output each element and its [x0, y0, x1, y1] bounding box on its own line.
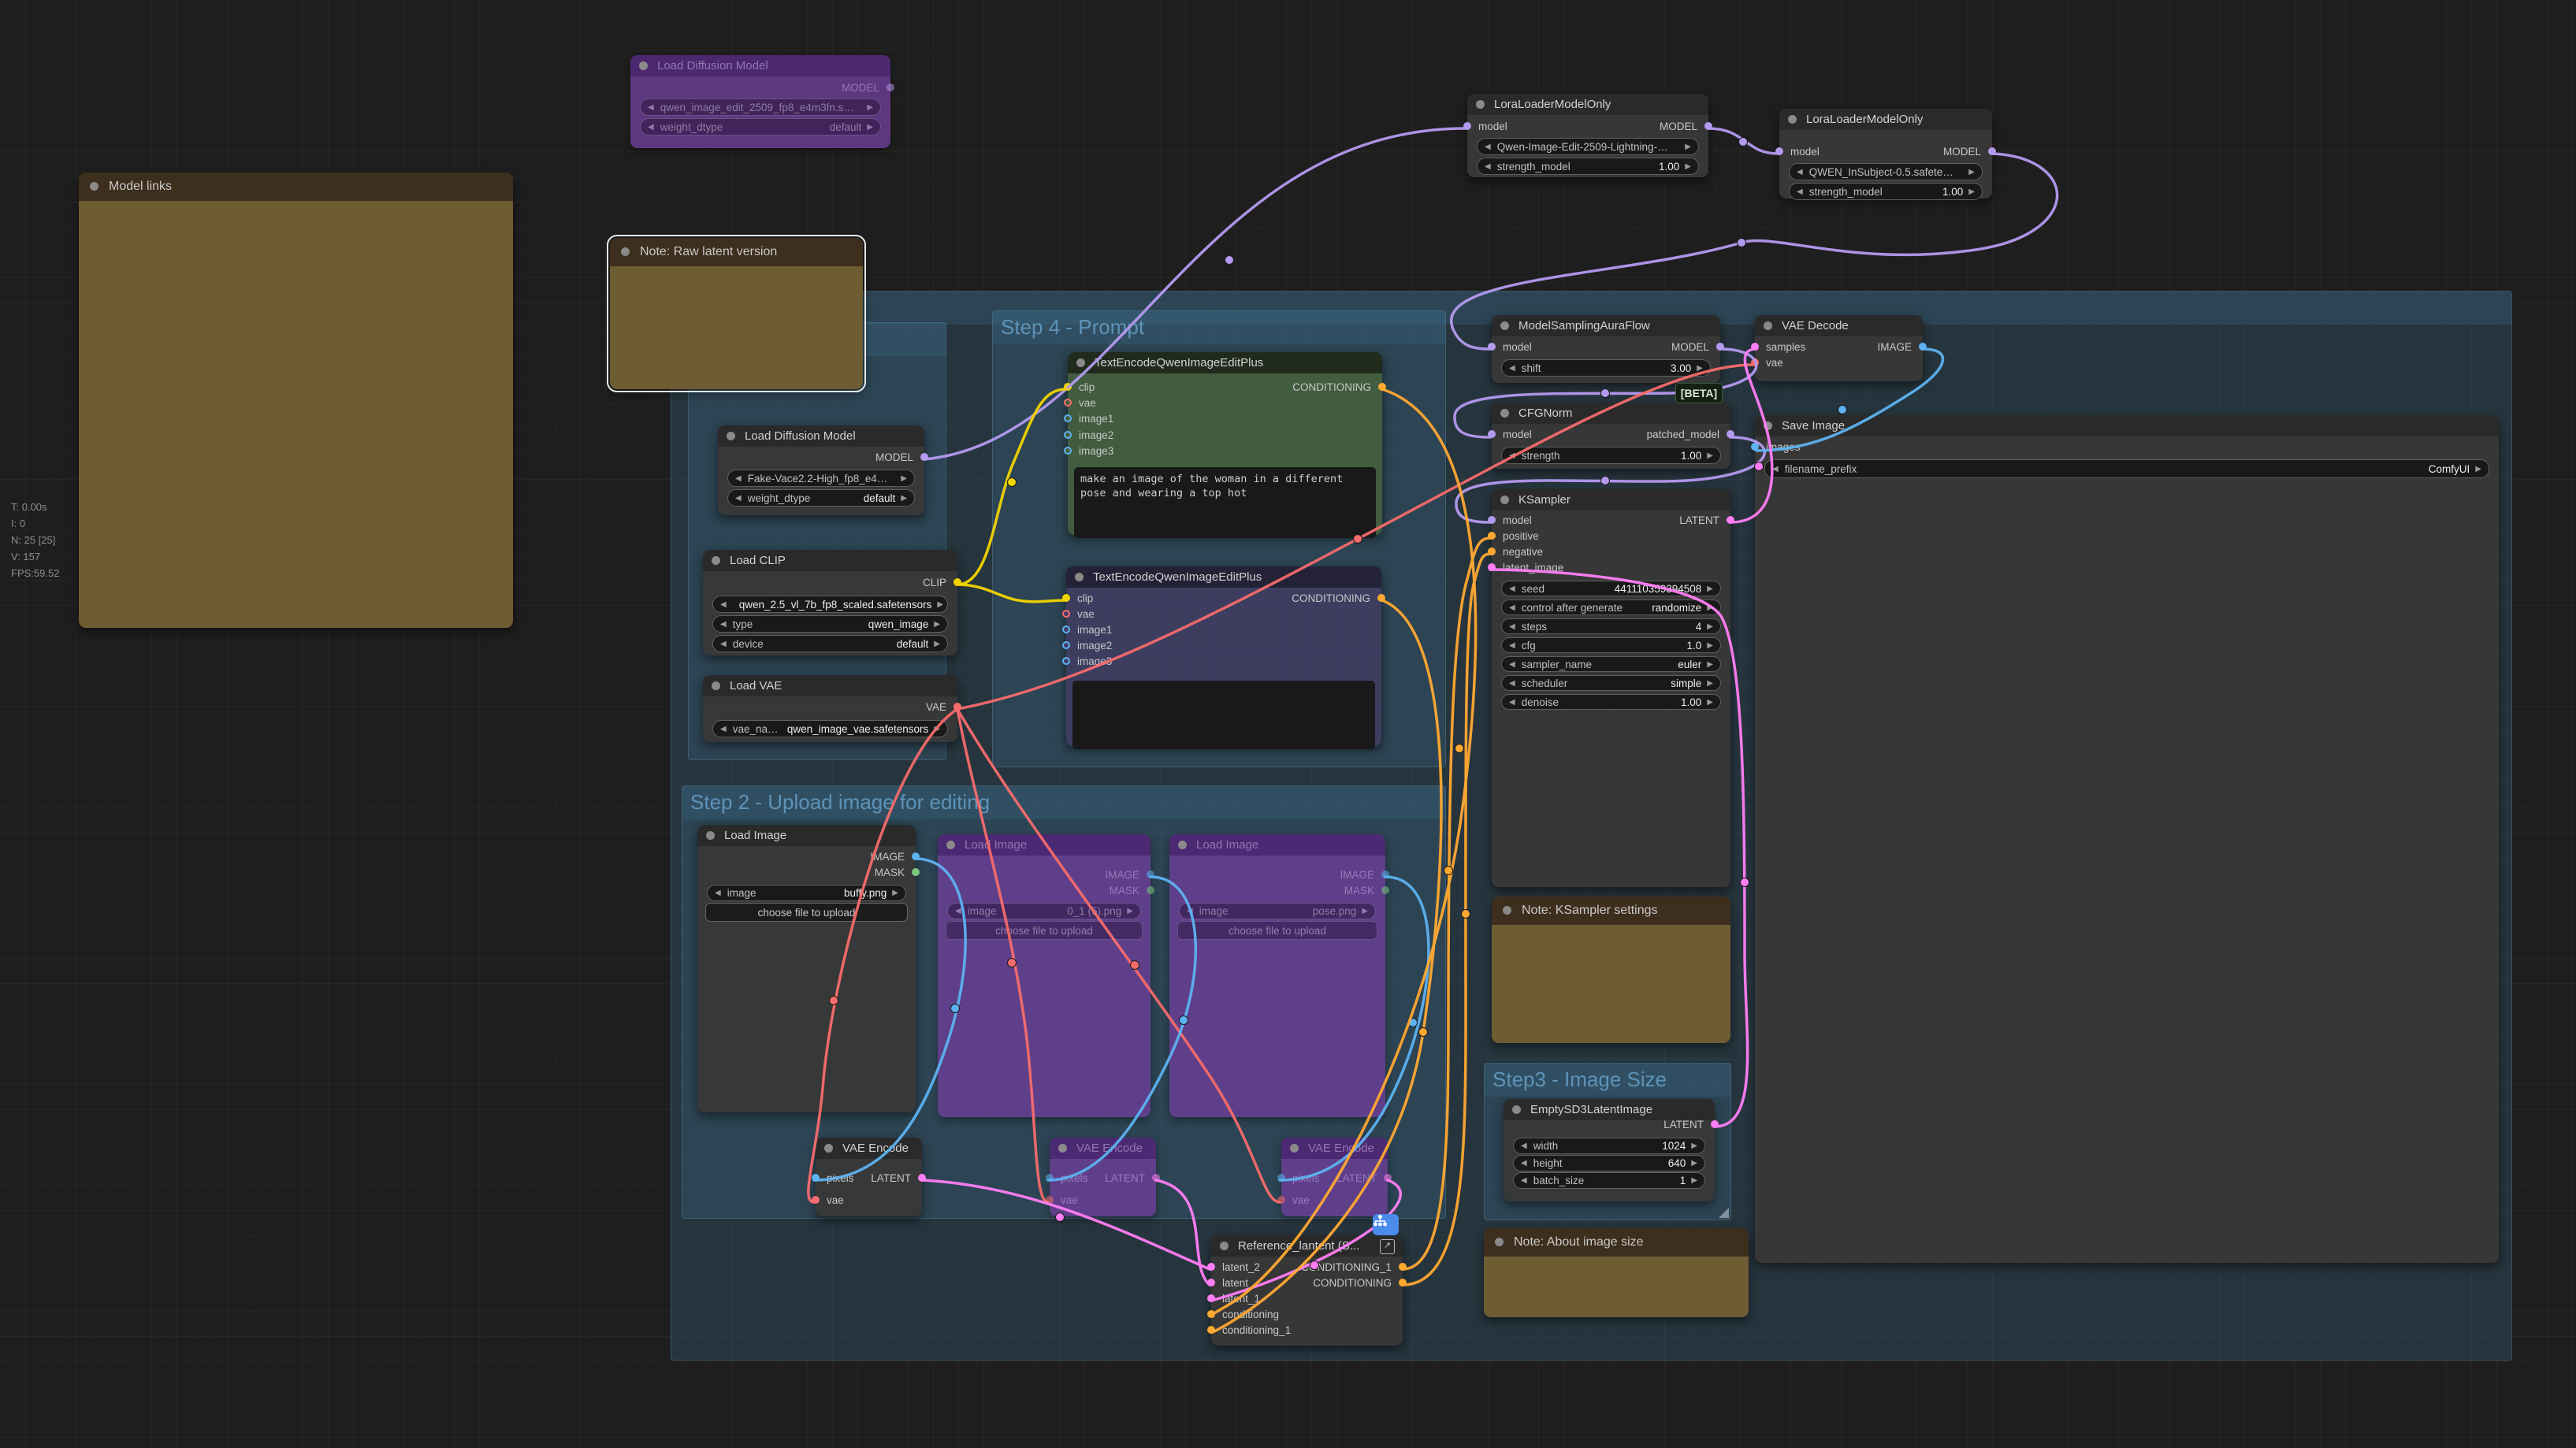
beta-badge: [BETA]	[1675, 383, 1723, 403]
perf-stats-line: I: 0	[11, 515, 169, 532]
perf-stats: T: 0.00sI: 0N: 25 [25]V: 157FPS:59.52	[11, 499, 169, 585]
perf-stats-line: V: 157	[11, 548, 169, 565]
perf-stats-line: FPS:59.52	[11, 565, 169, 581]
overlays-layer: [BETA] T: 0.00sI: 0N: 25 [25]V: 157FPS:59…	[0, 0, 2576, 1448]
perf-stats-line: N: 25 [25]	[11, 532, 169, 548]
perf-stats-line: T: 0.00s	[11, 499, 169, 515]
graph-canvas[interactable]: Step 4 - PromptStep 2 - Upload image for…	[0, 0, 2576, 1448]
subgraph-icon	[1373, 1214, 1388, 1227]
subgraph-badge[interactable]	[1373, 1214, 1399, 1235]
